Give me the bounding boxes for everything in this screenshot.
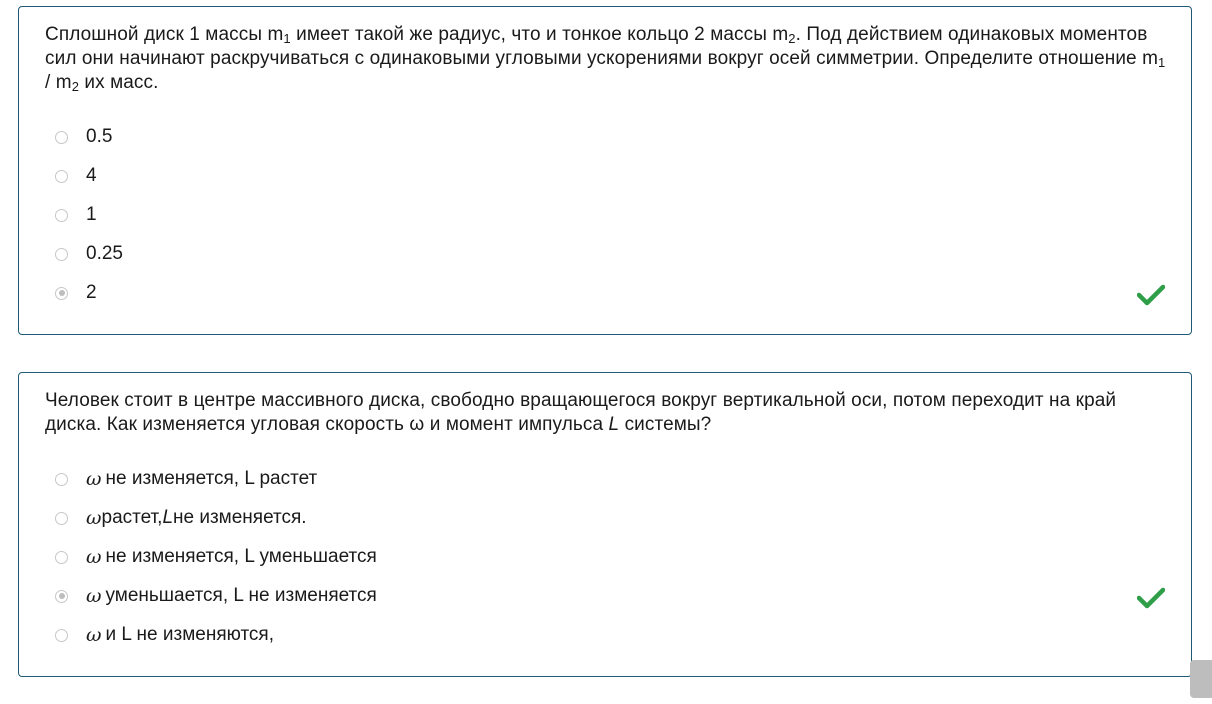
question-card-1: Сплошной диск 1 массы m1 имеет такой же … (18, 6, 1192, 335)
radio-button[interactable] (55, 511, 68, 525)
subscript: 2 (788, 31, 796, 46)
answer-option[interactable]: ω не изменяется, L уменьшается (55, 545, 377, 569)
answer-option-selected[interactable]: ω уменьшается, L не изменяется (55, 584, 377, 608)
radio-button[interactable] (55, 130, 68, 144)
checkmark-icon (1137, 587, 1165, 609)
question-text-part: Человек стоит в центре массивного диска,… (45, 390, 1117, 435)
omega-symbol: ω (86, 585, 102, 607)
scroll-to-top-button[interactable] (1190, 660, 1212, 698)
question-text-part: их масс. (79, 72, 159, 93)
answer-label: 1 (86, 204, 97, 225)
answer-label: растет, (101, 507, 163, 528)
answer-option[interactable]: 0.5 (55, 125, 112, 149)
question-text-part: Сплошной диск 1 массы m (45, 24, 284, 45)
answer-label: 0.5 (86, 126, 113, 147)
radio-button[interactable] (55, 247, 68, 261)
answer-label: не изменяется, L растет (105, 468, 318, 489)
subscript: 1 (1158, 55, 1166, 70)
answer-label: 4 (86, 165, 97, 186)
answer-label: уменьшается, L не изменяется (105, 585, 377, 606)
question-text: Человек стоит в центре массивного диска,… (45, 389, 1167, 437)
omega-symbol: ω (86, 507, 102, 529)
answer-option[interactable]: ω не изменяется, L растет (55, 467, 317, 491)
radio-button[interactable] (55, 628, 68, 642)
answer-option[interactable]: ω и L не изменяются, (55, 623, 274, 647)
subscript: 1 (283, 31, 291, 46)
answer-option[interactable]: 0.25 (55, 242, 123, 266)
answer-label: и L не изменяются, (105, 624, 275, 645)
answer-option-selected[interactable]: 2 (55, 281, 97, 305)
omega-symbol: ω (86, 546, 102, 568)
answer-option[interactable]: 4 (55, 164, 97, 188)
answer-label: 2 (86, 282, 97, 303)
radio-button[interactable] (55, 472, 68, 486)
answer-label: не изменяется, L уменьшается (105, 546, 377, 567)
question-text-part: имеет такой же радиус, что и тонкое коль… (290, 24, 789, 45)
omega-symbol: ω (86, 468, 102, 490)
question-text-part: / m (45, 72, 72, 93)
answer-option[interactable]: 1 (55, 203, 97, 227)
checkmark-icon (1137, 284, 1165, 306)
radio-button[interactable] (55, 550, 68, 564)
radio-button-checked[interactable] (55, 286, 68, 300)
subscript: 2 (71, 79, 80, 94)
answer-option[interactable]: ω растет, L не изменяется. (55, 506, 307, 530)
question-text: Сплошной диск 1 массы m1 имеет такой же … (45, 23, 1167, 95)
radio-button-checked[interactable] (55, 589, 68, 603)
symbol-L: L (162, 507, 174, 528)
question-card-2: Человек стоит в центре массивного диска,… (18, 372, 1192, 677)
radio-button[interactable] (55, 208, 68, 222)
question-text-part: системы? (619, 414, 712, 435)
answer-label: не изменяется. (173, 507, 307, 528)
omega-symbol: ω (86, 624, 102, 646)
answer-label: 0.25 (86, 243, 123, 264)
radio-button[interactable] (55, 169, 68, 183)
symbol-L: L (608, 414, 620, 435)
